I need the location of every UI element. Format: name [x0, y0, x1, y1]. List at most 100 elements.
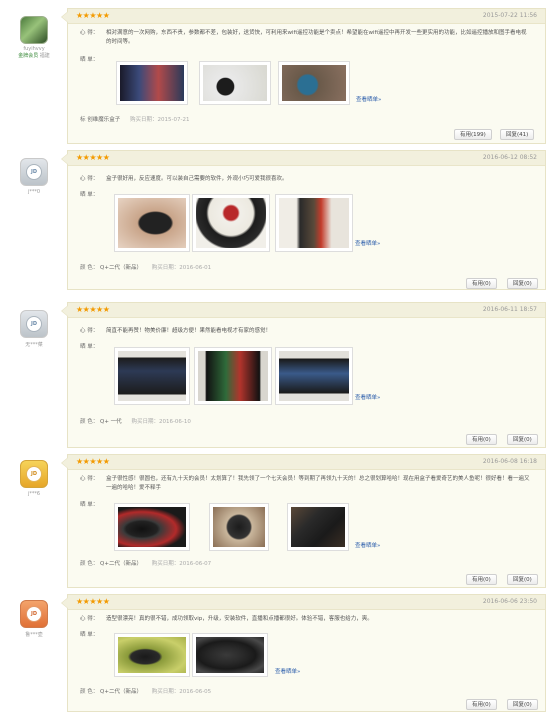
reply-button[interactable]: 回复(0) [507, 278, 538, 289]
review-card: ★★★★★ 2016-06-08 16:18 心 得： 盒子很性感！很圆也，还有… [61, 454, 546, 588]
reply-button[interactable]: 回复(0) [507, 699, 538, 710]
user-avatar[interactable] [20, 16, 48, 44]
user-level-line: 金牌会员 福建 [14, 52, 54, 59]
purchase-date: 2015-07-21 [157, 117, 190, 123]
user-avatar[interactable]: JD [20, 158, 48, 186]
card-pointer [61, 306, 68, 316]
review-card: ★★★★★ 2016-06-06 23:50 心 得： 造型很漂亮！真的很不错，… [61, 594, 546, 712]
purchase-date: 2016-06-07 [179, 561, 212, 567]
product-meta: 标 创维魔乐盒子 购买日期：2015-07-21 [80, 115, 190, 123]
review-photo[interactable] [114, 633, 190, 677]
user-avatar[interactable]: JD [20, 460, 48, 488]
review-photo[interactable] [287, 503, 349, 551]
product-meta: 颜 色： Q+二代（新品） 购买日期：2016-06-01 [80, 263, 211, 271]
review-photo[interactable] [199, 61, 271, 105]
review-photo[interactable] [275, 194, 353, 252]
purchase-date-label: 购买日期： [130, 117, 158, 123]
product-meta: 颜 色： Q+二代（新品） 购买日期：2016-06-05 [80, 687, 211, 695]
user-name[interactable]: 无***菜 [14, 341, 54, 348]
purchase-date: 2016-06-05 [179, 689, 212, 695]
review-photo[interactable] [192, 194, 270, 252]
xinde-label: 心 得： [80, 30, 99, 36]
review-text: 盒子很性感！很圆也，还有九十天的会员！太划算了！我先领了一个七天会员！等到期了再… [106, 476, 530, 491]
purchase-date-label: 购买日期： [151, 561, 180, 567]
review-text: 盒子很好用，反应速度。可以装自己需要的软件，外观小巧可爱我很喜欢。 [106, 176, 288, 182]
review-date: 2016-06-11 18:57 [482, 306, 537, 313]
review-text: 简直不能再赞！物美价廉！超级方便！果然能看电视才有家的感觉！ [106, 328, 272, 334]
review-text: 造型很漂亮！真的很不错，成功领取vip，升级，安装软件，直播和点播都很好。体验不… [106, 616, 373, 622]
review-photo[interactable] [209, 503, 269, 551]
user-info: JD 无***菜 [14, 310, 54, 348]
reply-button[interactable]: 回复(41) [500, 129, 535, 140]
user-info: JD 鲁***壶 [14, 600, 54, 638]
review-header: ★★★★★ 2016-06-06 23:50 [61, 595, 545, 610]
meta-label: 颜 色： [80, 561, 99, 567]
purchase-date-label: 购买日期： [131, 419, 159, 425]
user-avatar[interactable]: JD [20, 600, 48, 628]
star-rating: ★★★★★ [76, 305, 110, 314]
shaidan-label: 晒 单： [80, 502, 99, 508]
review-date: 2016-06-08 16:18 [482, 458, 537, 465]
view-more-link[interactable]: 查看晒单» [275, 667, 300, 675]
useful-button[interactable]: 有用(0) [466, 434, 497, 445]
useful-button[interactable]: 有用(0) [466, 278, 497, 289]
meta-value: Q+ 一代 [100, 419, 122, 425]
purchase-date-label: 购买日期： [151, 689, 180, 695]
useful-button[interactable]: 有用(0) [466, 699, 497, 710]
user-name[interactable]: 鲁***壶 [14, 631, 54, 638]
review-photo[interactable] [275, 347, 353, 405]
xinde-label: 心 得： [80, 328, 99, 334]
user-name[interactable]: j***6 [14, 491, 54, 497]
card-pointer [61, 598, 68, 608]
view-more-link[interactable]: 查看晒单» [355, 239, 380, 247]
review-header: ★★★★★ 2016-06-11 18:57 [61, 303, 545, 318]
review-card: ★★★★★ 2016-06-12 08:52 心 得： 盒子很好用，反应速度。可… [61, 150, 546, 290]
meta-label: 标 [80, 117, 86, 123]
jd-logo-icon: JD [26, 466, 42, 482]
user-avatar[interactable]: JD [20, 310, 48, 338]
review-photo[interactable] [278, 61, 350, 105]
view-more-link[interactable]: 查看晒单» [355, 541, 380, 549]
review-card: ★★★★★ 2016-06-11 18:57 心 得： 简直不能再赞！物美价廉！… [61, 302, 546, 448]
useful-button[interactable]: 有用(199) [454, 129, 492, 140]
user-info: fuyihvvy 金牌会员 福建 [14, 16, 54, 59]
review-photo[interactable] [194, 347, 272, 405]
review-date: 2015-07-22 11:56 [482, 12, 537, 19]
review-photo[interactable] [114, 194, 190, 252]
review-photo[interactable] [114, 503, 190, 551]
review-photo[interactable] [116, 61, 188, 105]
user-level: 金牌会员 [18, 53, 39, 59]
purchase-date-label: 购买日期： [151, 265, 180, 271]
reply-button[interactable]: 回复(0) [507, 574, 538, 585]
review-photo[interactable] [114, 347, 190, 405]
meta-label: 颜 色： [80, 689, 99, 695]
shaidan-label: 晒 单： [80, 192, 99, 198]
jd-logo-icon: JD [26, 316, 42, 332]
review-header: ★★★★★ 2016-06-08 16:18 [61, 455, 545, 470]
card-pointer [61, 154, 68, 164]
useful-button[interactable]: 有用(0) [466, 574, 497, 585]
star-rating: ★★★★★ [76, 597, 110, 606]
star-rating: ★★★★★ [76, 153, 110, 162]
review-text: 相对满意的一次网购，东西不贵，参数都不差，包装好，送货快，可利用来wifi遥控功… [106, 30, 527, 45]
user-info: JD j***0 [14, 158, 54, 195]
purchase-date: 2016-06-01 [179, 265, 212, 271]
review-photo[interactable] [192, 633, 268, 677]
xinde-label: 心 得： [80, 616, 99, 622]
star-rating: ★★★★★ [76, 11, 110, 20]
xinde-label: 心 得： [80, 176, 99, 182]
card-pointer [61, 458, 68, 468]
user-info: JD j***6 [14, 460, 54, 497]
meta-value: 创维魔乐盒子 [87, 117, 121, 123]
meta-label: 颜 色： [80, 419, 99, 425]
view-more-link[interactable]: 查看晒单» [355, 393, 380, 401]
meta-value: Q+二代（新品） [100, 689, 142, 695]
meta-label: 颜 色： [80, 265, 99, 271]
shaidan-label: 晒 单： [80, 344, 99, 350]
user-city: 福建 [39, 53, 50, 59]
view-more-link[interactable]: 查看晒单» [356, 95, 381, 103]
star-rating: ★★★★★ [76, 457, 110, 466]
review-date: 2016-06-06 23:50 [482, 598, 537, 605]
reply-button[interactable]: 回复(0) [507, 434, 538, 445]
user-name[interactable]: j***0 [14, 189, 54, 195]
